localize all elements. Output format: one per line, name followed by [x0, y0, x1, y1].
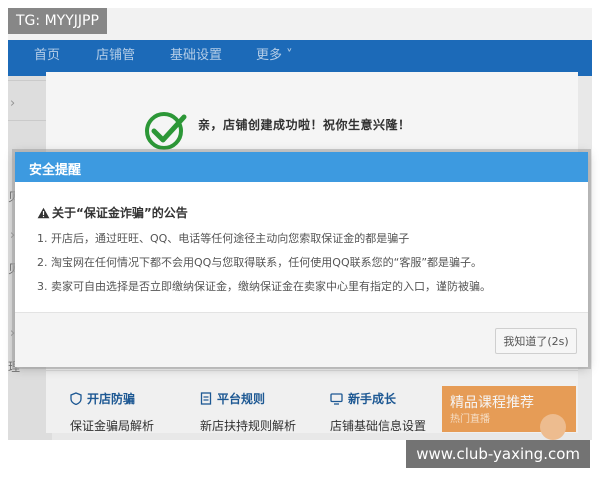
- notice-line: 3. 卖家可自由选择是否立即缴纳保证金，缴纳保证金在卖家中心里有指定的入口，谨防…: [37, 280, 491, 293]
- dialog-header: 安全提醒: [15, 152, 588, 182]
- warning-icon: [37, 207, 50, 218]
- dialog-title: 安全提醒: [29, 163, 82, 178]
- notice-line: 2. 淘宝网在任何情况下都不会用QQ与您取得联系，任何使用QQ联系您的“客服”都…: [37, 256, 483, 269]
- acknowledge-button[interactable]: 我知道了(2s): [495, 328, 577, 354]
- notice-heading: 关于“保证金诈骗”的公告: [37, 204, 188, 221]
- notice-title: 关于“保证金诈骗”的公告: [52, 206, 188, 220]
- watermark-top-left: TG: MYYJJPP: [8, 8, 107, 34]
- notice-line: 1. 开店后，通过旺旺、QQ、电话等任何途径主动向您索取保证金的都是骗子: [37, 232, 410, 245]
- security-alert-dialog: 安全提醒 关于“保证金诈骗”的公告 1. 开店后，通过旺旺、QQ、电话等任何途径…: [15, 152, 588, 367]
- watermark-bottom-right: www.club-yaxing.com: [406, 440, 590, 468]
